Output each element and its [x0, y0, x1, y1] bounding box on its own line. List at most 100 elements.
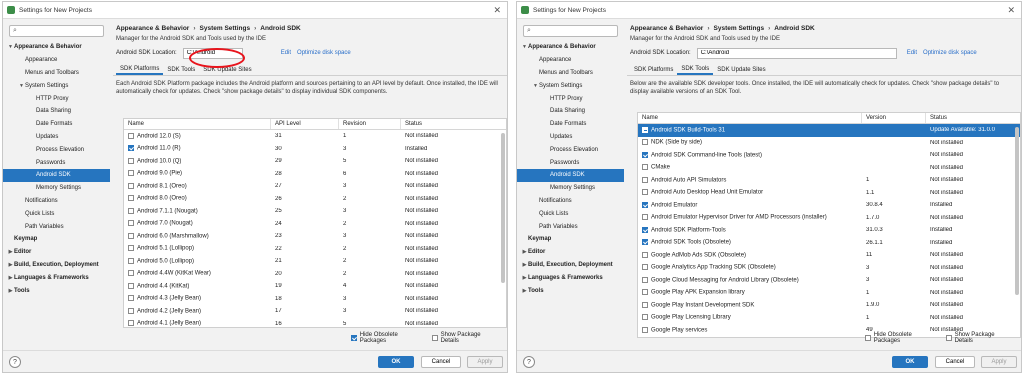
table-row[interactable]: Android 12.0 (S) 31 1 Not installed	[124, 130, 506, 143]
table-scrollbar[interactable]	[1015, 127, 1019, 295]
search-input[interactable]	[18, 28, 99, 34]
sidebar-item[interactable]: Notifications	[3, 195, 110, 208]
table-row[interactable]: Android 4.4 (KitKat) 19 4 Not installed	[124, 280, 506, 293]
table-row[interactable]: Android 4.2 (Jelly Bean) 17 3 Not installed	[124, 305, 506, 318]
table-row[interactable]: Android 5.0 (Lollipop) 21 2 Not installed	[124, 255, 506, 268]
edit-link[interactable]: Edit	[281, 50, 291, 56]
chevron-right-icon[interactable]: ▶	[521, 249, 528, 255]
optimize-disk-link[interactable]: Optimize disk space	[923, 50, 977, 56]
sidebar-item[interactable]: Date Formats	[517, 118, 624, 131]
sidebar-item[interactable]: Android SDK	[517, 168, 624, 182]
row-checkbox[interactable]	[128, 232, 134, 239]
table-row[interactable]: Android Auto Desktop Head Unit Emulator 1…	[638, 187, 1020, 200]
row-checkbox[interactable]	[128, 282, 134, 289]
chevron-right-icon[interactable]: ▶	[521, 262, 528, 268]
row-checkbox[interactable]	[642, 201, 648, 208]
row-checkbox[interactable]	[642, 289, 648, 296]
tab-sdk-tools[interactable]: SDK Tools	[163, 64, 199, 75]
table-row[interactable]: Google AdMob Ads SDK (Obsolete) 11 Not ins…	[638, 249, 1020, 262]
row-checkbox[interactable]	[128, 132, 134, 139]
chevron-right-icon[interactable]: ▶	[7, 249, 14, 255]
row-checkbox[interactable]	[642, 176, 648, 183]
row-checkbox[interactable]	[128, 257, 134, 264]
row-checkbox[interactable]	[642, 164, 648, 171]
table-row[interactable]: Google Play Licensing Library 1 Not instal…	[638, 312, 1020, 325]
column-header-status[interactable]: Status	[401, 119, 506, 129]
table-row[interactable]: Android 8.1 (Oreo) 27 3 Not installed	[124, 180, 506, 193]
table-row[interactable]: Google Analytics App Tracking SDK (Obsol…	[638, 262, 1020, 275]
show-details-checkbox[interactable]	[945, 335, 952, 341]
sidebar-item[interactable]: ▶ Languages & Frameworks	[517, 271, 624, 284]
table-row[interactable]: Android 7.1.1 (Nougat) 25 3 Not installed	[124, 205, 506, 218]
sidebar-item[interactable]: Updates	[517, 131, 624, 144]
sidebar-item[interactable]: ▼ System Settings	[517, 79, 624, 92]
table-row[interactable]: Android 6.0 (Marshmallow) 23 3 Not installe…	[124, 230, 506, 243]
table-row[interactable]: Android SDK Command-line Tools (latest) N…	[638, 149, 1020, 162]
sidebar-item[interactable]: Keymap	[3, 233, 110, 246]
column-header-version[interactable]: Version	[862, 113, 926, 123]
row-checkbox[interactable]	[128, 220, 134, 227]
row-checkbox[interactable]	[128, 207, 134, 214]
edit-link[interactable]: Edit	[907, 50, 917, 56]
settings-search[interactable]: ⌕	[523, 25, 618, 37]
breadcrumb-item[interactable]: Appearance & Behavior	[116, 25, 189, 32]
chevron-down-icon[interactable]: ▼	[521, 44, 528, 50]
close-icon[interactable]: ✕	[493, 5, 501, 16]
chevron-right-icon[interactable]: ▶	[7, 288, 14, 294]
table-row[interactable]: Android Auto API Simulators 1 Not installe…	[638, 174, 1020, 187]
sidebar-item[interactable]: ▶ Tools	[3, 284, 110, 297]
column-header-api-level[interactable]: API Level	[271, 119, 339, 129]
breadcrumb-item[interactable]: System Settings	[714, 25, 765, 32]
sidebar-item[interactable]: ▶ Editor	[3, 246, 110, 259]
sidebar-item[interactable]: Path Variables	[3, 220, 110, 233]
ok-button[interactable]: OK	[378, 356, 414, 368]
hide-obsolete-option[interactable]: Hide Obsolete Packages	[351, 332, 422, 344]
show-details-option[interactable]: Show Package Details	[431, 332, 497, 344]
chevron-right-icon[interactable]: ▶	[521, 288, 528, 294]
row-checkbox[interactable]	[642, 139, 648, 146]
table-row[interactable]: Android SDK Platform-Tools 31.0.3 Installe…	[638, 224, 1020, 237]
sidebar-item[interactable]: Appearance	[3, 54, 110, 67]
optimize-disk-link[interactable]: Optimize disk space	[297, 50, 351, 56]
search-input[interactable]	[532, 28, 613, 34]
sidebar-item[interactable]: Notifications	[517, 195, 624, 208]
settings-search[interactable]: ⌕	[9, 25, 104, 37]
chevron-down-icon[interactable]: ▼	[7, 44, 14, 50]
row-checkbox[interactable]	[642, 126, 648, 133]
sidebar-item[interactable]: HTTP Proxy	[3, 92, 110, 105]
sidebar-item[interactable]: Process Elevation	[517, 143, 624, 156]
column-header-status[interactable]: Status	[926, 113, 1020, 123]
apply-button[interactable]: Apply	[981, 356, 1017, 368]
sidebar-item[interactable]: HTTP Proxy	[517, 92, 624, 105]
row-checkbox[interactable]	[128, 245, 134, 252]
row-checkbox[interactable]	[128, 145, 134, 152]
column-header-name[interactable]: Name	[638, 113, 862, 123]
row-checkbox[interactable]	[642, 151, 648, 158]
tab-sdk-tools[interactable]: SDK Tools	[677, 64, 714, 75]
sidebar-item[interactable]: ▶ Editor	[517, 246, 624, 259]
apply-button[interactable]: Apply	[467, 356, 503, 368]
table-row[interactable]: Google Play Instant Development SDK 1.9.0…	[638, 299, 1020, 312]
table-row[interactable]: Android Emulator 30.8.4 Installed	[638, 199, 1020, 212]
chevron-down-icon[interactable]: ▼	[18, 83, 25, 89]
table-row[interactable]: Android 4.1 (Jelly Bean) 16 5 Not installed	[124, 318, 506, 327]
row-checkbox[interactable]	[128, 295, 134, 302]
sidebar-item[interactable]: ▶ Build, Execution, Deployment	[3, 259, 110, 272]
sidebar-item[interactable]: Memory Settings	[3, 182, 110, 195]
table-row[interactable]: Google Play APK Expansion library 1 Not in…	[638, 287, 1020, 300]
tab-sdk-platforms[interactable]: SDK Platforms	[116, 64, 164, 75]
help-button[interactable]: ?	[9, 356, 21, 368]
row-checkbox[interactable]	[128, 270, 134, 277]
table-row[interactable]: Android 8.0 (Oreo) 26 2 Not installed	[124, 193, 506, 206]
sidebar-item[interactable]: ▼ Appearance & Behavior	[517, 41, 624, 54]
tab-sdk-update-sites[interactable]: SDK Update Sites	[713, 64, 769, 75]
close-icon[interactable]: ✕	[1007, 5, 1015, 16]
sidebar-item[interactable]: Process Elevation	[3, 143, 110, 156]
row-checkbox[interactable]	[642, 239, 648, 246]
sidebar-item[interactable]: Keymap	[517, 233, 624, 246]
row-checkbox[interactable]	[642, 251, 648, 258]
row-checkbox[interactable]	[642, 326, 648, 333]
cancel-button[interactable]: Cancel	[421, 356, 461, 368]
chevron-right-icon[interactable]: ▶	[521, 275, 528, 281]
row-checkbox[interactable]	[128, 182, 134, 189]
